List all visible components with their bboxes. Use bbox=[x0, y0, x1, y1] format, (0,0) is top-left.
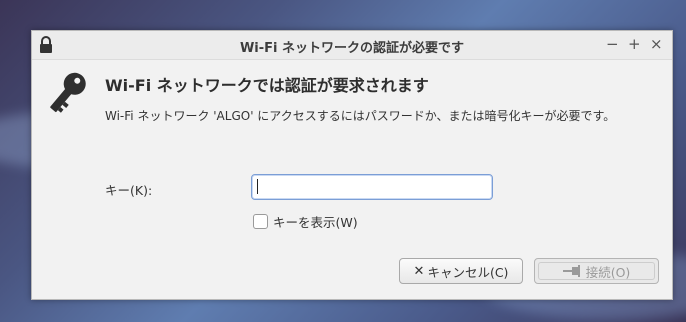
plug-icon bbox=[562, 265, 580, 277]
show-key-label[interactable]: キーを表示(W) bbox=[273, 212, 358, 231]
auth-dialog: Wi-Fi ネットワークの認証が必要です − + × Wi-Fi ネットワークで… bbox=[31, 30, 673, 300]
dialog-heading: Wi-Fi ネットワークでは認証が要求されます bbox=[105, 76, 429, 95]
connect-button[interactable]: 接続(O) bbox=[534, 258, 659, 284]
key-icon bbox=[50, 72, 86, 113]
key-label: キー(K): bbox=[105, 183, 153, 198]
key-input[interactable] bbox=[251, 174, 493, 200]
cancel-icon: ✕ bbox=[413, 263, 425, 279]
cancel-button[interactable]: ✕ キャンセル(C) bbox=[399, 258, 523, 284]
show-key-checkbox[interactable] bbox=[253, 214, 268, 229]
connect-button-label: 接続(O) bbox=[585, 264, 631, 280]
close-button[interactable]: × bbox=[650, 35, 663, 53]
dialog-message: Wi-Fi ネットワーク 'ALGO' にアクセスするにはパスワードか、または暗… bbox=[105, 109, 616, 123]
cancel-button-label: キャンセル(C) bbox=[427, 264, 509, 280]
connect-button-inner: 接続(O) bbox=[538, 262, 655, 280]
minimize-button[interactable]: − bbox=[606, 35, 619, 53]
titlebar: Wi-Fi ネットワークの認証が必要です − + × bbox=[32, 31, 672, 60]
window-title: Wi-Fi ネットワークの認証が必要です bbox=[239, 41, 465, 56]
maximize-button[interactable]: + bbox=[628, 35, 641, 53]
text-caret bbox=[257, 179, 258, 194]
